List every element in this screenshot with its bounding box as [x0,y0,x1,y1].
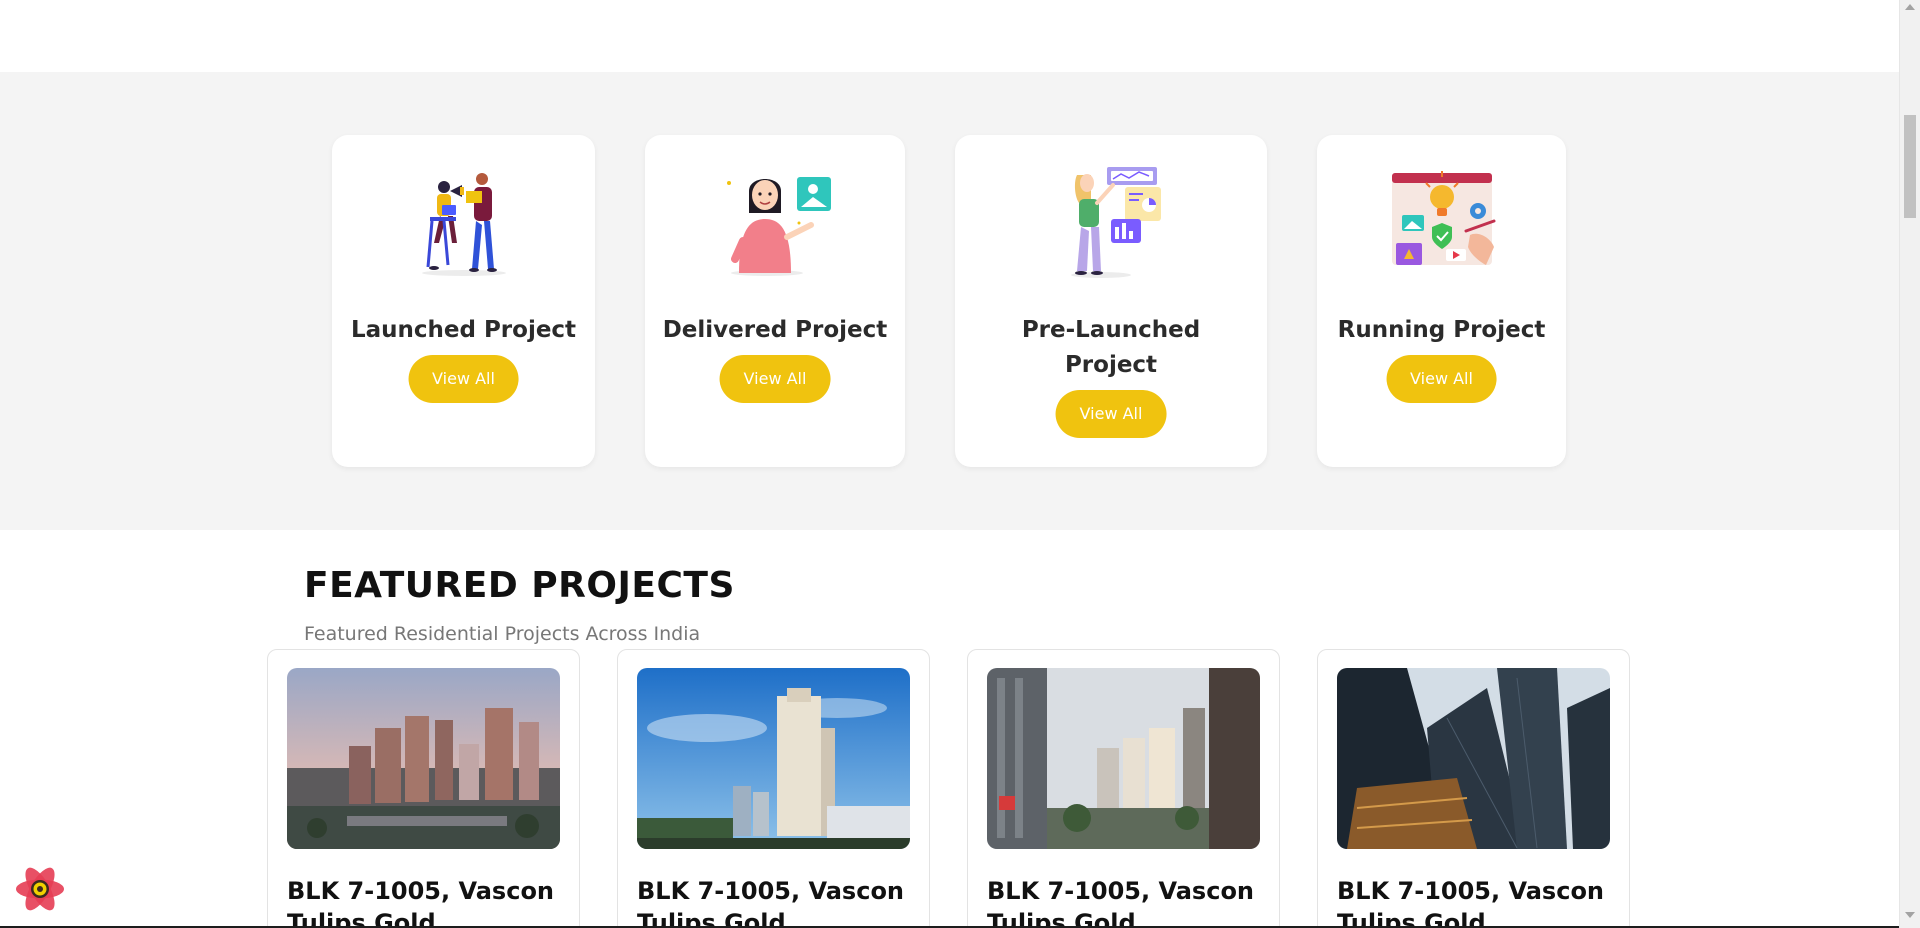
project-card[interactable]: BLK 7-1005, Vascon Tulips Gold [267,649,580,928]
woman-dashboard-illustration [1071,167,1161,278]
vertical-scrollbar[interactable] [1899,0,1920,928]
page: Launched Project View All Delivered Proj… [0,0,1920,928]
category-card-running: Running Project View All [1317,135,1566,467]
city-skyline-towers-photo[interactable] [987,668,1260,849]
category-title: Delivered Project [662,317,888,343]
category-title: Running Project [1337,317,1546,343]
project-title[interactable]: BLK 7-1005, Vascon Tulips Gold [637,875,917,928]
project-title[interactable]: BLK 7-1005, Vascon Tulips Gold [287,875,567,928]
creative-ideas-illustration [1391,171,1495,265]
project-category-section: Launched Project View All Delivered Proj… [0,72,1899,530]
woman-presenting-illustration [727,177,831,276]
view-all-running-button[interactable]: View All [1386,355,1497,403]
page-content: Launched Project View All Delivered Proj… [0,0,1899,928]
scrollbar-thumb[interactable] [1904,115,1916,218]
project-card[interactable]: BLK 7-1005, Vascon Tulips Gold [617,649,930,928]
react-devtools-icon[interactable] [13,862,67,916]
project-title[interactable]: BLK 7-1005, Vascon Tulips Gold [987,875,1267,928]
project-title[interactable]: BLK 7-1005, Vascon Tulips Gold [1337,875,1617,928]
dusk-apartment-towers-photo[interactable] [287,668,560,849]
featured-projects-heading: FEATURED PROJECTS [304,565,735,606]
view-all-launched-button[interactable]: View All [408,355,519,403]
top-band [0,0,1899,72]
scroll-up-arrow-icon[interactable] [1905,4,1915,10]
view-all-delivered-button[interactable]: View All [719,355,831,403]
glass-skyscrapers-upward-photo[interactable] [1337,668,1610,849]
category-card-pre-launched: Pre-Launched Project View All [955,135,1267,467]
category-card-delivered: Delivered Project View All [645,135,905,467]
team-megaphone-illustration [421,173,506,276]
category-card-launched: Launched Project View All [332,135,595,467]
scroll-down-arrow-icon[interactable] [1905,912,1915,918]
project-card[interactable]: BLK 7-1005, Vascon Tulips Gold [1317,649,1630,928]
featured-projects-subtitle: Featured Residential Projects Across Ind… [304,623,701,645]
tall-tower-blue-sky-photo[interactable] [637,668,910,849]
category-title: Launched Project [350,317,577,343]
view-all-pre-launched-button[interactable]: View All [1055,390,1167,438]
project-card[interactable]: BLK 7-1005, Vascon Tulips Gold [967,649,1280,928]
category-title: Pre-Launched Project [1021,317,1201,378]
